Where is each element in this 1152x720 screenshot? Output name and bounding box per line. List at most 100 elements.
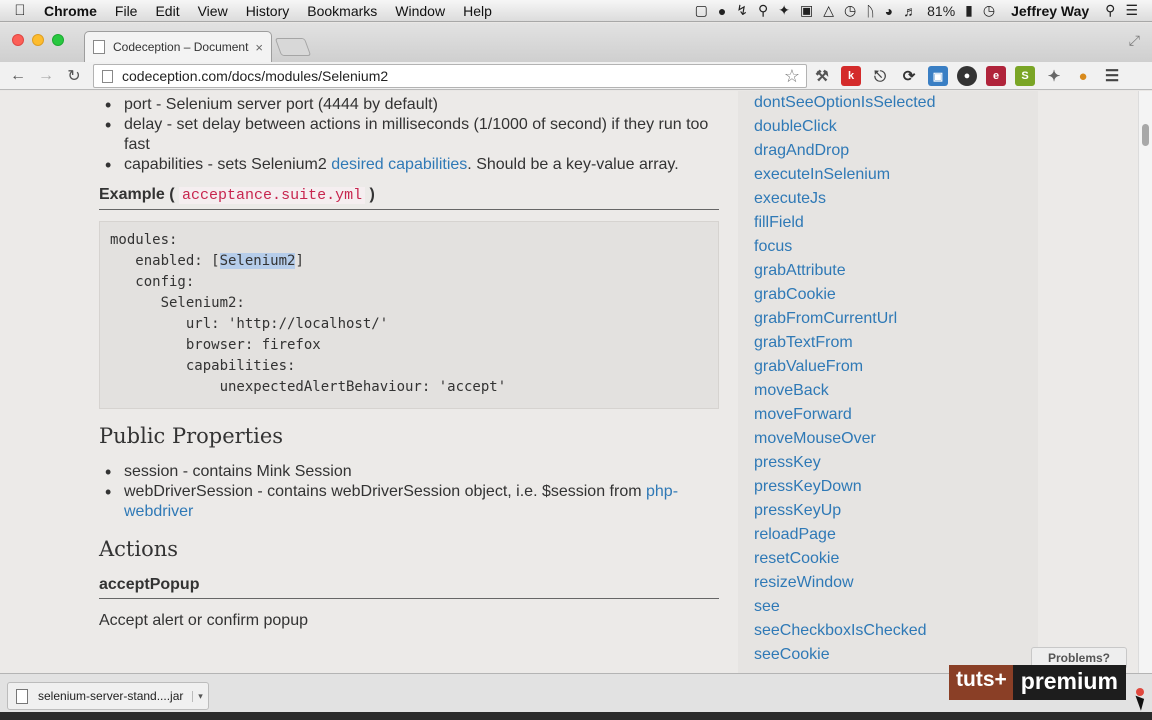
sidebar-item-resizeWindow[interactable]: resizeWindow [754,571,1038,595]
camera-icon[interactable]: ▣ [800,2,813,19]
sidebar-item-executeJs[interactable]: executeJs [754,187,1038,211]
chrome-menu-icon[interactable]: ☰ [1102,66,1122,86]
back-arrow-icon[interactable]: ← [4,67,32,85]
tab-title: Codeception – Documenta [113,40,250,54]
pocket-icon[interactable]: ⎋ [870,66,890,86]
option-capabilities-tail: . Should be a key-value array. [467,156,679,173]
window-close-button[interactable] [12,34,24,46]
sidebar-item-grabValueFrom[interactable]: grabValueFrom [754,355,1038,379]
sidebar-item-grabFromCurrentUrl[interactable]: grabFromCurrentUrl [754,307,1038,331]
scrollbar-thumb[interactable] [1142,124,1149,146]
sidebar-item-moveMouseOver[interactable]: moveMouseOver [754,427,1038,451]
menu-history[interactable]: History [237,3,299,19]
s-extension-icon[interactable]: S [1015,66,1035,86]
time-machine-icon[interactable]: ◷ [844,2,856,19]
download-filename: selenium-server-stand....jar [38,689,184,703]
download-item[interactable]: selenium-server-stand....jar ▾ [7,682,209,710]
airplay-icon[interactable]: △ [823,2,834,19]
sidebar-item-resetCookie[interactable]: resetCookie [754,547,1038,571]
menu-file[interactable]: File [106,3,147,19]
address-host: codeception.com [122,68,228,84]
public-properties-heading: Public Properties [99,424,284,448]
watermark-premium: premium [1012,665,1126,700]
extensions-area: ⚒ k ⎋ ⟳ ▣ ● e S ✦ ● ☰ [812,66,1122,86]
menu-window[interactable]: Window [386,3,454,19]
sidebar-item-seeCheckboxIsChecked[interactable]: seeCheckboxIsChecked [754,619,1038,643]
accept-popup-heading: acceptPopup [99,575,719,599]
option-delay: delay - set delay between actions in mil… [124,116,709,153]
sidebar-item-grabAttribute[interactable]: grabAttribute [754,259,1038,283]
sidebar-item-moveBack[interactable]: moveBack [754,379,1038,403]
sidebar-item-dontSeeOptionIsSelected[interactable]: dontSeeOptionIsSelected [754,91,1038,115]
battery-icon[interactable]: ▮ [965,2,973,19]
volume-icon[interactable]: ♬ [903,3,917,19]
menu-view[interactable]: View [189,3,237,19]
reload-icon[interactable]: ↻ [60,66,88,86]
bee-icon[interactable]: ● [1073,66,1093,86]
sidebar-item-grabTextFrom[interactable]: grabTextFrom [754,331,1038,355]
bluetooth-icon[interactable]: ᚢ [866,3,874,19]
window-zoom-button[interactable] [52,34,64,46]
notification-list-icon[interactable]: ☰ [1125,2,1138,19]
tuts-premium-watermark: tuts+ premium [949,665,1126,700]
wrench-icon[interactable]: ⚒ [812,66,832,86]
sidebar-item-fillField[interactable]: fillField [754,211,1038,235]
evernote-icon[interactable]: e [986,66,1006,86]
sidebar-item-pressKeyUp[interactable]: pressKeyUp [754,499,1038,523]
sync-icon[interactable]: ⟳ [899,66,919,86]
user-name[interactable]: Jeffrey Way [1005,3,1095,19]
sidebar-item-reloadPage[interactable]: reloadPage [754,523,1038,547]
sidebar-item-pressKey[interactable]: pressKey [754,451,1038,475]
option-capabilities-text: capabilities - sets Selenium2 [124,156,332,173]
clock-icon[interactable]: ◷ [983,2,995,19]
watermark-tuts: tuts+ [949,665,1013,700]
config-code-block[interactable]: modules: enabled: [Selenium2] config: Se… [99,221,719,409]
sidebar-item-grabCookie[interactable]: grabCookie [754,283,1038,307]
screen-capture-icon[interactable]: ▣ [928,66,948,86]
tab-close-icon[interactable]: × [255,40,263,55]
menu-bookmarks[interactable]: Bookmarks [298,3,386,19]
window-icon[interactable]: ▢ [695,2,708,19]
list-item: capabilities - sets Selenium2 desired ca… [99,155,719,175]
menu-app-chrome[interactable]: Chrome [40,3,106,19]
address-bar[interactable]: codeception.com/docs/modules/Selenium2 ☆ [93,64,807,88]
example-label: Example ( [99,186,175,203]
desired-capabilities-link[interactable]: desired capabilities [331,156,467,173]
tab-codeception[interactable]: Codeception – Documenta × [84,31,272,62]
kippt-icon[interactable]: k [841,66,861,86]
tab-strip: Codeception – Documenta × ⤢ [0,23,1152,62]
sidebar-item-seeCookie[interactable]: seeCookie [754,643,1038,667]
sidebar-item-executeInSelenium[interactable]: executeInSelenium [754,163,1038,187]
option-port: port - Selenium server port (4444 by def… [124,96,438,113]
window-minimize-button[interactable] [32,34,44,46]
browser-toolbar: ← → ↻ codeception.com/docs/modules/Selen… [0,62,1152,90]
sidebar-item-doubleClick[interactable]: doubleClick [754,115,1038,139]
code-line: ] [295,253,304,269]
example-heading: Example ( acceptance.suite.yml ) [99,185,719,210]
code-line: capabilities: [110,358,296,374]
fullscreen-icon[interactable]: ⤢ [1129,32,1140,49]
sidebar-item-dragAndDrop[interactable]: dragAndDrop [754,139,1038,163]
apple-menu-icon[interactable]:  [0,2,40,19]
bookmark-star-icon[interactable]: ☆ [784,66,800,87]
sidebar-item-pressKeyDown[interactable]: pressKeyDown [754,475,1038,499]
puzzle-icon[interactable]: ✦ [778,2,790,19]
page-scrollbar[interactable] [1138,91,1152,673]
hat-icon[interactable]: ● [718,3,726,19]
tools-icon[interactable]: ✦ [1044,66,1064,86]
spotlight-search-icon[interactable]: ⚲ [1105,2,1115,19]
magnifier-icon[interactable]: ⚲ [758,2,768,19]
color-picker-icon[interactable]: ● [957,66,977,86]
menu-edit[interactable]: Edit [146,3,188,19]
sidebar-item-focus[interactable]: focus [754,235,1038,259]
forward-arrow-icon[interactable]: → [32,67,60,85]
battery-percent[interactable]: 81% [927,3,955,19]
sidebar-item-see[interactable]: see [754,595,1038,619]
download-menu-arrow-icon[interactable]: ▾ [192,690,208,702]
wifi-icon[interactable]: ◕ [885,3,893,19]
menu-help[interactable]: Help [454,3,501,19]
address-path: /docs/modules/Selenium2 [227,68,389,84]
new-tab-button[interactable] [274,38,312,56]
bolt-icon[interactable]: ↯ [736,2,748,19]
sidebar-item-moveForward[interactable]: moveForward [754,403,1038,427]
